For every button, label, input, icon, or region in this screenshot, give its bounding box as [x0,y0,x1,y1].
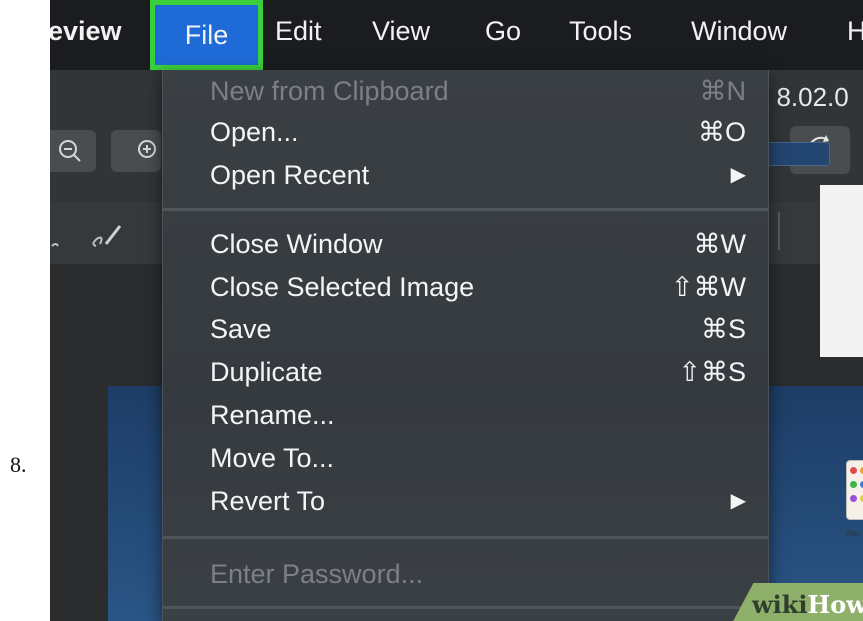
menu-view[interactable]: View [372,16,430,47]
file-menu-dropdown: New from Clipboard ⌘N Open... ⌘O Open Re… [162,70,769,621]
menu-edit[interactable]: Edit [275,16,322,47]
menu-item-new-from-clipboard: New from Clipboard ⌘N [210,76,746,106]
doc-icon-label: Ren [846,529,861,538]
step-number: 8. [10,452,27,477]
toolbar-divider [778,212,780,250]
chevron-right-icon: ▶ [730,164,746,186]
menu-item-open[interactable]: Open... ⌘O [163,111,768,153]
menu-tools[interactable]: Tools [569,16,632,47]
menu-separator [163,536,768,539]
window-title: t 8.02.0 [762,82,849,112]
menu-item-enter-password: Enter Password... [210,559,424,589]
menu-item-rename[interactable]: Rename... [163,394,768,436]
menu-item-save[interactable]: Save ⌘S [163,308,768,350]
chevron-right-icon: ▶ [730,490,746,512]
menu-separator [163,606,768,609]
doc-panel [820,185,863,357]
menu-item-close-window[interactable]: Close Window ⌘W [163,223,768,265]
menu-help[interactable]: H [847,16,863,47]
palette-icon [846,460,863,520]
menu-file[interactable]: File [150,0,263,70]
zoom-in-button[interactable] [111,130,161,172]
menu-item-close-selected-image[interactable]: Close Selected Image ⇧⌘W [163,266,768,308]
sketch-icon[interactable] [50,216,160,252]
menu-item-open-recent[interactable]: Open Recent ▶ [163,154,768,196]
zoom-out-icon [59,140,81,162]
menu-window[interactable]: Window [691,16,787,47]
menu-item-revert-to[interactable]: Revert To ▶ [163,480,768,522]
menu-separator [163,208,768,211]
menu-item-move-to[interactable]: Move To... [163,437,768,479]
menu-app-name[interactable]: eview [50,16,122,47]
menu-bar: eview File Edit View Go Tools Window H [50,0,863,70]
screen: eview File Edit View Go Tools Window H t… [50,0,863,621]
menu-go[interactable]: Go [485,16,521,47]
zoom-in-icon [138,140,156,158]
watermark-logo: wikiHow [752,590,863,619]
zoom-out-button[interactable] [50,130,96,172]
menu-item-duplicate[interactable]: Duplicate ⇧⌘S [163,351,768,393]
